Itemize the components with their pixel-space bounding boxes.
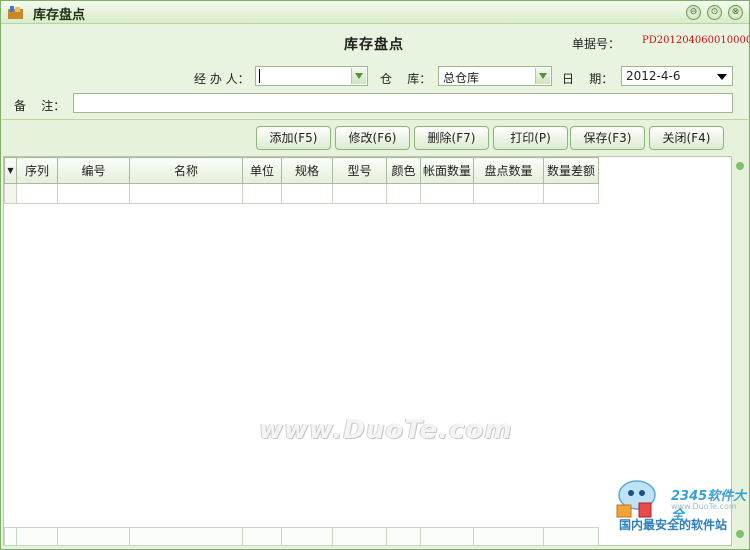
- summary-cell: [4, 527, 17, 546]
- print-button[interactable]: 打印(P): [493, 126, 568, 150]
- chevron-down-icon[interactable]: [351, 68, 366, 84]
- grid-summary-row: [4, 527, 599, 546]
- grid-cell[interactable]: [16, 183, 58, 204]
- table-row[interactable]: [4, 183, 599, 204]
- summary-cell: [332, 527, 387, 546]
- row-header-cell[interactable]: [4, 183, 17, 204]
- main-window: 库存盘点 ⊖ ⊙ ⊗ 库存盘点 单据号： PD2012040600100001 …: [0, 0, 750, 550]
- remark-label: 备 注：: [14, 99, 66, 113]
- close-button[interactable]: 关闭(F4): [649, 126, 724, 150]
- grid-cell[interactable]: [420, 183, 474, 204]
- restore-button[interactable]: ⊙: [707, 5, 722, 20]
- doc-no-label: 单据号：: [572, 37, 621, 51]
- toolbar: 添加(F5) 修改(F6) 删除(F7) 打印(P) 保存(F3) 关闭(F4): [2, 120, 748, 156]
- grid-cell[interactable]: [332, 183, 387, 204]
- scroll-up-icon[interactable]: [736, 162, 744, 170]
- warehouse-label: 仓 库：: [380, 72, 432, 86]
- column-header[interactable]: 型号: [332, 157, 387, 184]
- summary-cell: [420, 527, 474, 546]
- column-header[interactable]: 序列: [16, 157, 58, 184]
- warehouse-value: 总仓库: [443, 71, 480, 85]
- summary-cell: [386, 527, 421, 546]
- doc-no-value: PD2012040600100001: [642, 35, 750, 46]
- text-caret: [259, 69, 260, 83]
- form-header: 库存盘点 单据号： PD2012040600100001 经 办 人： 仓 库：…: [2, 24, 750, 120]
- handler-select[interactable]: [255, 66, 368, 86]
- date-label: 日 期：: [562, 72, 614, 86]
- grid-cell[interactable]: [386, 183, 421, 204]
- calendar-dropdown-icon[interactable]: [717, 74, 727, 80]
- remark-input[interactable]: [73, 93, 733, 113]
- delete-button[interactable]: 删除(F7): [414, 126, 489, 150]
- grid-cell[interactable]: [242, 183, 282, 204]
- grid-header-row: ▼ 序列 编号 名称 单位 规格 型号 颜色 帐面数量 盘点数量 数量差额: [4, 157, 599, 184]
- column-header[interactable]: 帐面数量: [420, 157, 474, 184]
- close-window-button[interactable]: ⊗: [728, 5, 743, 20]
- handler-label: 经 办 人：: [194, 72, 250, 86]
- summary-cell: [543, 527, 599, 546]
- column-header[interactable]: 编号: [57, 157, 130, 184]
- add-button[interactable]: 添加(F5): [256, 126, 331, 150]
- grid-table: ▼ 序列 编号 名称 单位 规格 型号 颜色 帐面数量 盘点数量 数量差额: [4, 157, 599, 204]
- window-title: 库存盘点: [33, 8, 86, 23]
- date-picker[interactable]: 2012-4-6: [621, 66, 733, 86]
- column-header[interactable]: 颜色: [386, 157, 421, 184]
- summary-cell: [473, 527, 544, 546]
- column-header[interactable]: 名称: [129, 157, 243, 184]
- minimize-button[interactable]: ⊖: [686, 5, 701, 20]
- grid-cell[interactable]: [281, 183, 333, 204]
- grid-cell[interactable]: [473, 183, 544, 204]
- column-header[interactable]: 单位: [242, 157, 282, 184]
- summary-cell: [242, 527, 282, 546]
- column-header[interactable]: 盘点数量: [473, 157, 544, 184]
- chevron-down-icon[interactable]: [535, 68, 550, 84]
- column-header[interactable]: 规格: [281, 157, 333, 184]
- form-title: 库存盘点: [344, 37, 404, 53]
- column-header[interactable]: 数量差额: [543, 157, 599, 184]
- title-bar: 库存盘点 ⊖ ⊙ ⊗: [1, 1, 749, 24]
- save-button[interactable]: 保存(F3): [570, 126, 645, 150]
- app-icon: [8, 6, 23, 19]
- row-marker-icon: ▼: [4, 157, 17, 184]
- summary-cell: [281, 527, 333, 546]
- corner-slogan: 国内最安全的软件站: [619, 518, 728, 532]
- summary-cell: [129, 527, 243, 546]
- date-value: 2012-4-6: [626, 69, 681, 83]
- warehouse-select[interactable]: 总仓库: [438, 66, 552, 86]
- watermark-text: www.DuoTe.com: [259, 415, 513, 445]
- summary-cell: [57, 527, 130, 546]
- grid-cell[interactable]: [129, 183, 243, 204]
- summary-cell: [16, 527, 58, 546]
- edit-button[interactable]: 修改(F6): [335, 126, 410, 150]
- corner-url: www.DuoTe.com: [671, 502, 737, 511]
- grid-cell[interactable]: [57, 183, 130, 204]
- grid-cell[interactable]: [543, 183, 599, 204]
